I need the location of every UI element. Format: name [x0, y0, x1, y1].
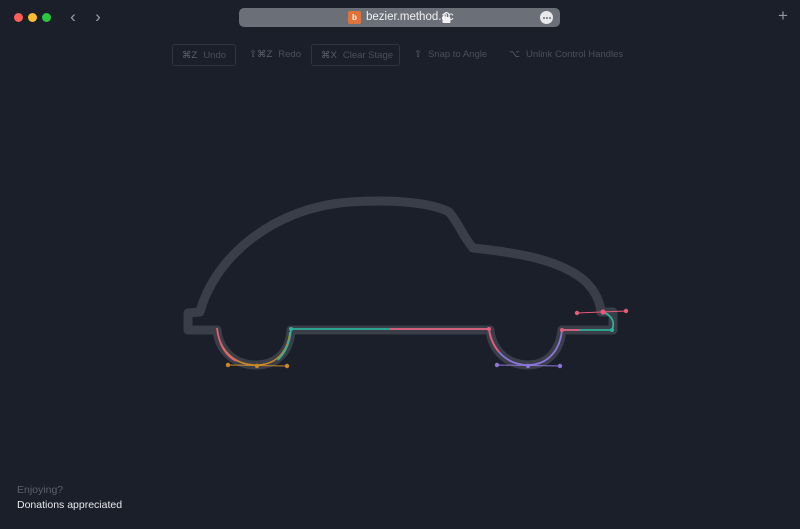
browser-window: ‹ › b bezier.method.ac + ⌘Z Undo ⇧⌘Z Redo … [0, 0, 800, 529]
donations-link[interactable]: Donations appreciated [17, 499, 122, 511]
enjoying-text: Enjoying? [17, 484, 64, 496]
drawing-stage[interactable] [0, 0, 800, 529]
car-guide-underside [183, 325, 618, 370]
car-guide-outline [183, 196, 618, 335]
